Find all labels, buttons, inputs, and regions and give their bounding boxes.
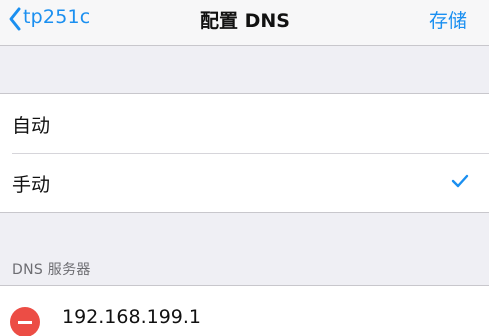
checkmark-icon [451, 174, 469, 188]
back-button[interactable]: tp251c [0, 0, 120, 46]
dns-server-address[interactable]: 192.168.199.1 [62, 306, 201, 328]
back-label: tp251c [23, 6, 91, 28]
option-automatic[interactable]: 自动 [0, 94, 489, 153]
page-title: 配置 DNS [200, 10, 290, 32]
option-label: 自动 [12, 115, 51, 137]
section-header-dns-servers: DNS 服务器 [12, 262, 91, 278]
option-manual[interactable]: 手动 [0, 153, 489, 212]
save-button[interactable]: 存储 [429, 6, 467, 33]
chevron-left-icon [9, 7, 21, 31]
dns-server-group: 192.168.199.1 [0, 285, 489, 336]
dns-mode-group: 自动 手动 [0, 93, 489, 213]
dns-settings-screen: tp251c 配置 DNS 存储 自动 手动 DNS 服务器 192.168.1… [0, 0, 489, 336]
dns-server-row[interactable]: 192.168.199.1 [0, 286, 489, 336]
remove-icon[interactable] [10, 307, 40, 336]
navigation-bar: tp251c 配置 DNS 存储 [0, 0, 489, 46]
option-label: 手动 [12, 174, 51, 196]
